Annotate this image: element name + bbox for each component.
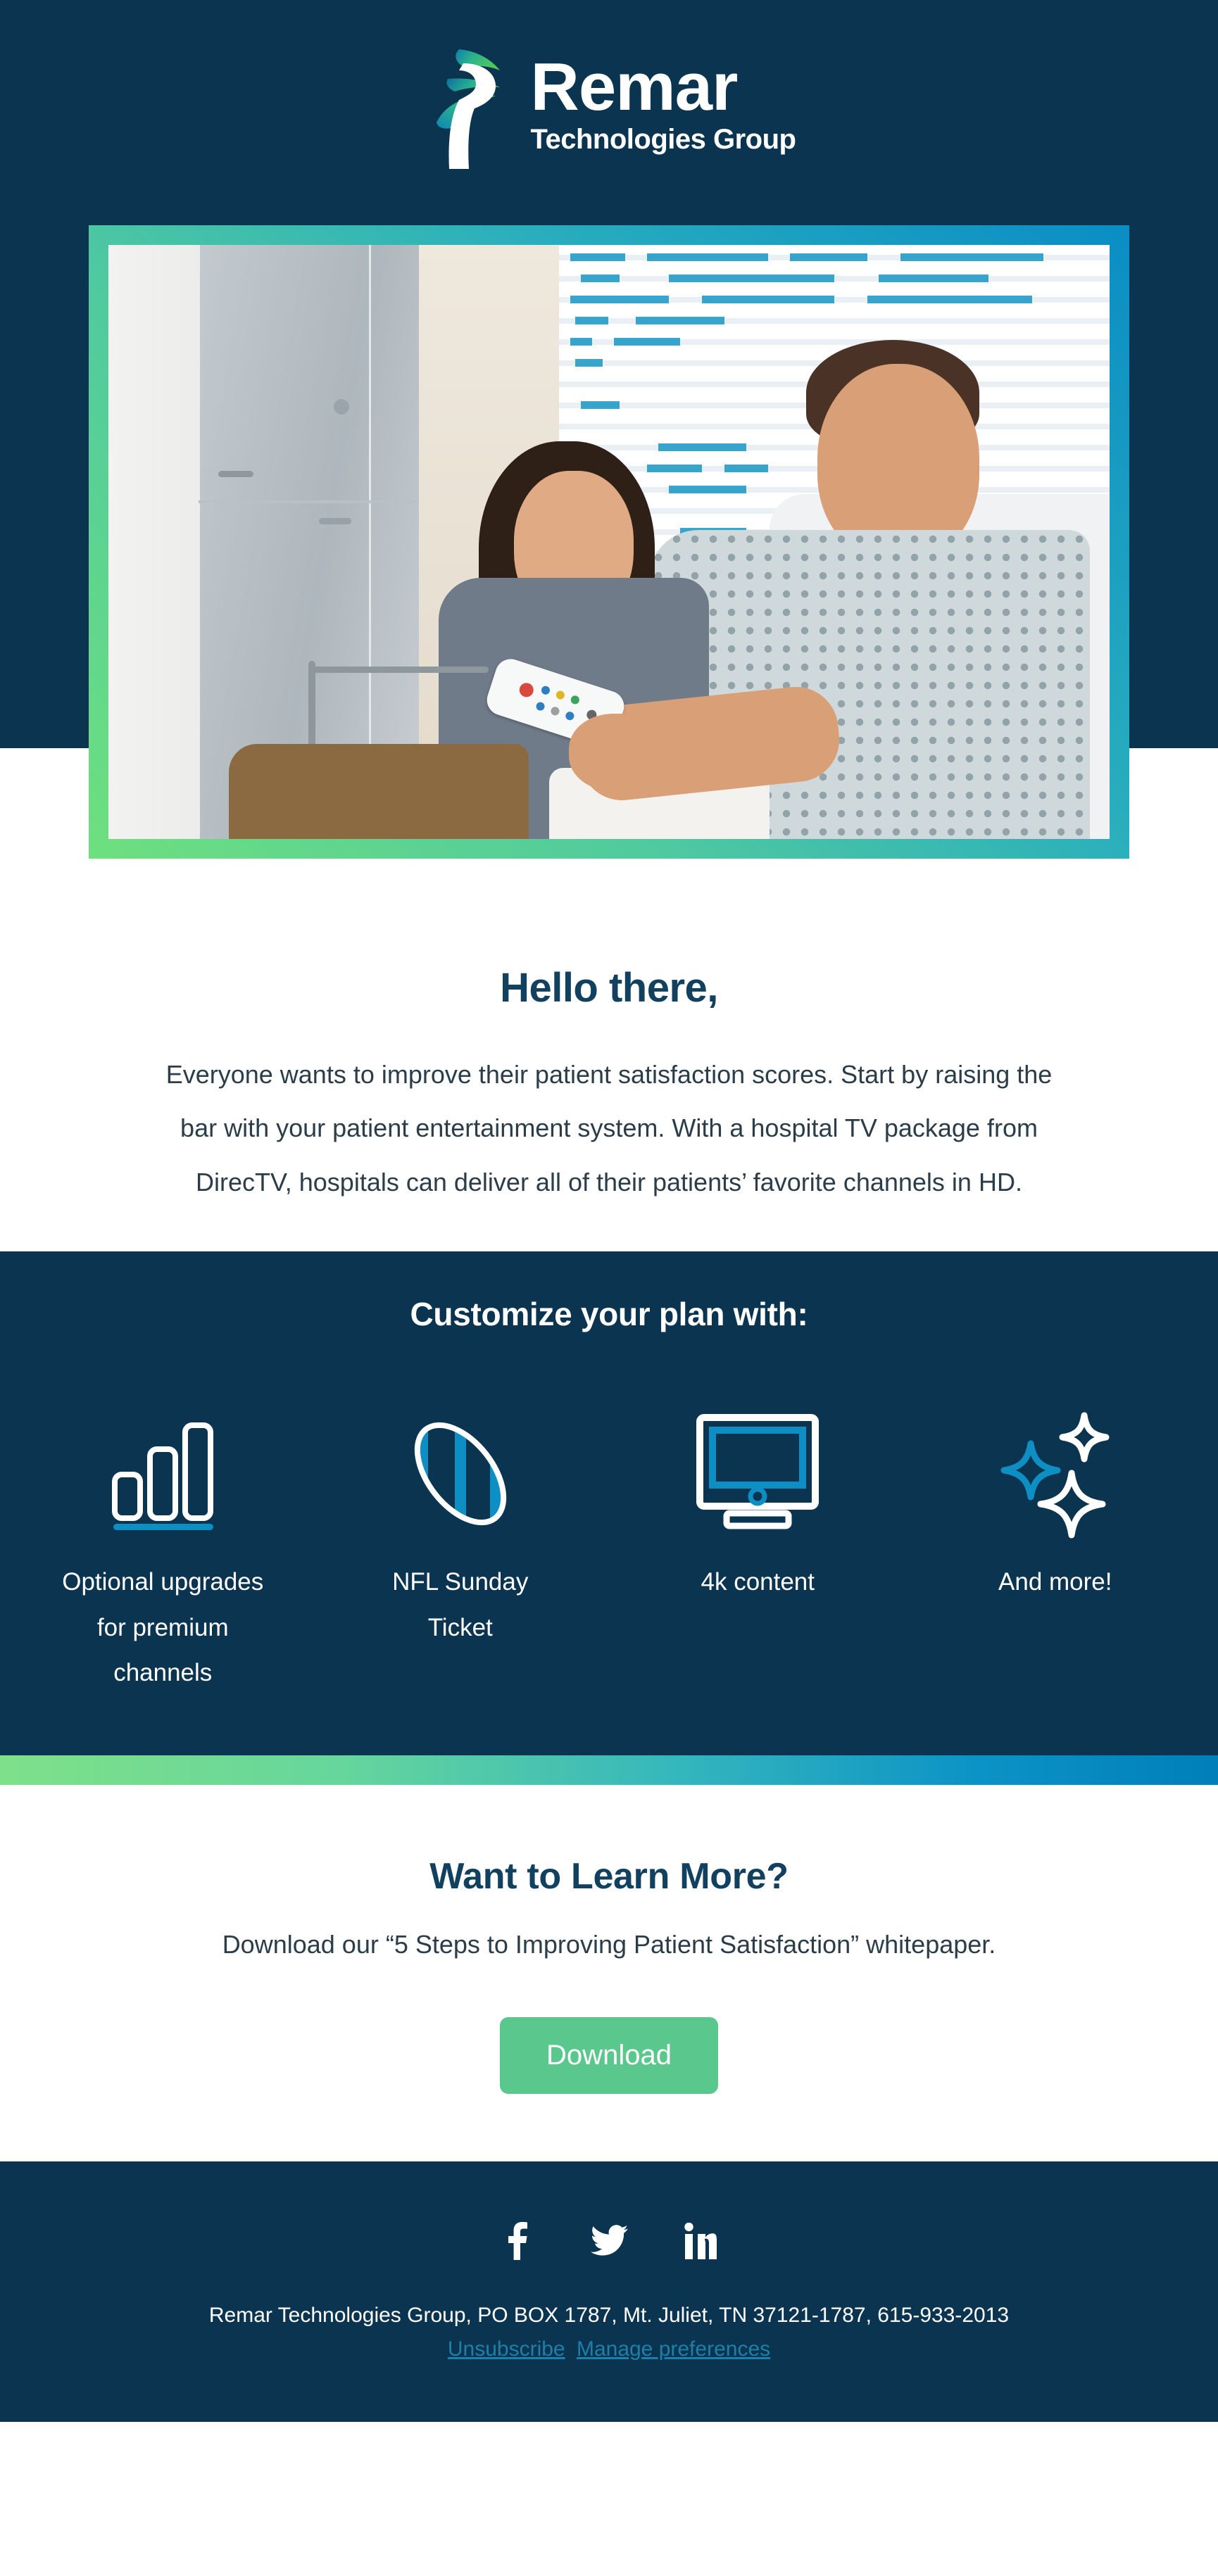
brand-wordmark: Remar Technologies Group xyxy=(530,49,796,156)
feature-item-nfl-sunday-ticket: NFL Sunday Ticket xyxy=(312,1403,610,1696)
cta-subtitle: Download our “5 Steps to Improving Patie… xyxy=(222,1930,996,1959)
football-icon xyxy=(398,1403,522,1544)
footer-address: Remar Technologies Group, PO BOX 1787, M… xyxy=(208,2304,1010,2328)
greeting-body: Everyone wants to improve their patient … xyxy=(70,1048,1148,1209)
feature-item-4k-content: 4k content xyxy=(609,1403,907,1696)
photo-cabinet-edge xyxy=(198,245,200,839)
features-section: Customize your plan with: Optional upgra… xyxy=(0,1251,1218,1756)
brand-logo[interactable]: Remar Technologies Group xyxy=(0,0,1218,211)
bar-chart-icon xyxy=(101,1403,225,1544)
feature-item-premium-channels: Optional upgrades for premium channels xyxy=(14,1403,312,1696)
cta-section: Want to Learn More? Download our “5 Step… xyxy=(0,1785,1218,2162)
footer-links: Unsubscribe Manage preferences xyxy=(0,2337,1218,2361)
greeting-body-line: DirecTV, hospitals can deliver all of th… xyxy=(196,1167,1022,1197)
linkedin-icon[interactable] xyxy=(682,2222,720,2260)
photo-cabinet-seam xyxy=(198,500,419,503)
manage-preferences-link[interactable]: Manage preferences xyxy=(577,2337,770,2361)
greeting-title: Hello there, xyxy=(500,965,718,1011)
download-button[interactable]: Download xyxy=(500,2017,718,2095)
brand-tagline: Technologies Group xyxy=(530,124,796,156)
unsubscribe-link[interactable]: Unsubscribe xyxy=(448,2337,565,2361)
greeting-body-line: Everyone wants to improve their patient … xyxy=(165,1060,1053,1089)
photo-blanket xyxy=(228,743,529,839)
hero-image-section xyxy=(0,211,1218,859)
feature-item-and-more: And more! xyxy=(907,1403,1205,1696)
feature-label: 4k content xyxy=(701,1567,815,1596)
feature-label: Optional upgrades for premium channels xyxy=(62,1567,264,1687)
features-grid: Optional upgrades for premium channels N… xyxy=(0,1403,1218,1696)
twitter-icon[interactable] xyxy=(590,2222,628,2260)
photo-hand xyxy=(569,714,668,792)
remar-r-swoosh-logo-icon xyxy=(436,49,500,169)
hero-photo xyxy=(108,245,1110,839)
facebook-icon[interactable] xyxy=(498,2222,536,2261)
footer-section: Remar Technologies Group, PO BOX 1787, M… xyxy=(0,2161,1218,2423)
sparkles-icon xyxy=(988,1403,1122,1544)
email-body: Remar Technologies Group Hello there, Ev… xyxy=(0,0,1218,2423)
brand-name: Remar xyxy=(530,49,739,125)
feature-label: NFL Sunday Ticket xyxy=(392,1567,529,1641)
photo-cabinet-handle xyxy=(218,470,254,477)
hero-gradient-frame xyxy=(89,225,1129,859)
photo-bed-rail xyxy=(308,666,489,673)
television-icon xyxy=(687,1403,828,1544)
photo-cabinet-handle xyxy=(318,518,351,525)
greeting-body-line: bar with your patient entertainment syst… xyxy=(180,1113,1038,1143)
cta-title: Want to Learn More? xyxy=(429,1856,789,1898)
greeting-section: Hello there, Everyone wants to improve t… xyxy=(0,859,1218,1251)
gradient-divider xyxy=(0,1755,1218,1786)
features-title: Customize your plan with: xyxy=(410,1295,808,1332)
feature-label: And more! xyxy=(998,1567,1112,1596)
social-links xyxy=(0,2222,1218,2261)
